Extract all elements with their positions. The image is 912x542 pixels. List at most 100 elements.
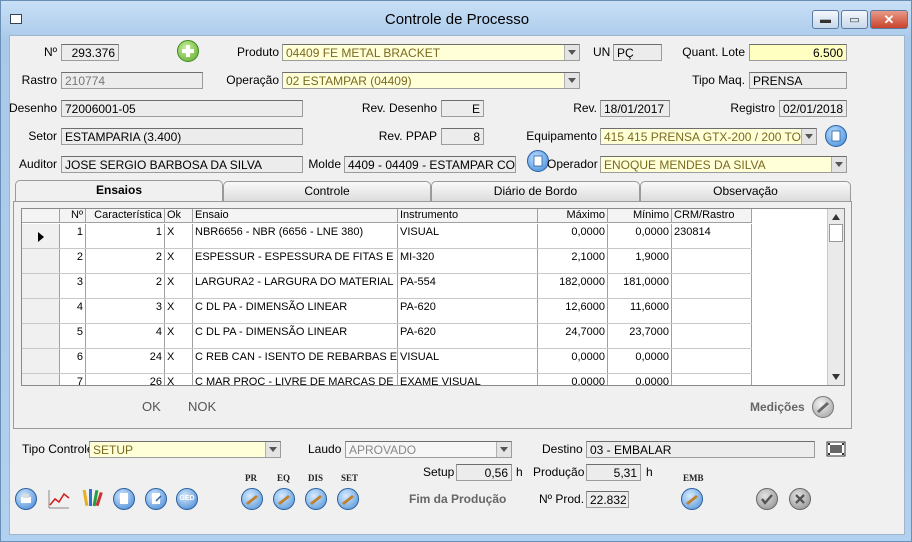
grid-cell[interactable]: 182,0000 (538, 274, 608, 298)
eq-button[interactable] (273, 488, 295, 510)
ok-button[interactable]: OK (142, 399, 161, 414)
registro-field[interactable]: 02/01/2018 (779, 100, 847, 117)
grid-cell[interactable]: 0,0000 (538, 224, 608, 248)
table-row[interactable]: 7 26 X C MAR PROC - LIVRE DE MARCAS DE EXAME… (22, 374, 752, 385)
grid-cell[interactable]: 0,0000 (608, 224, 672, 248)
col-header[interactable]: CRM/Rastro (672, 209, 752, 222)
print-icon[interactable] (15, 488, 37, 510)
rastro-field[interactable]: 210774 (61, 72, 203, 89)
chart-icon[interactable] (47, 488, 71, 510)
grid-cell[interactable]: PA-620 (398, 324, 538, 348)
grid-cell[interactable]: 230814 (672, 224, 752, 248)
tipomaq-field[interactable]: PRENSA (749, 72, 847, 89)
confirm-check-icon[interactable] (756, 488, 778, 510)
operador-select[interactable]: ENOQUE MENDES DA SILVA (600, 156, 847, 173)
cancel-x-icon[interactable] (789, 488, 811, 510)
table-row[interactable]: 3 2 X LARGURA2 - LARGURA DO MATERIAL PA-554 1… (22, 274, 752, 299)
grid-cell[interactable]: 24 (86, 349, 165, 373)
row-indicator[interactable] (22, 299, 60, 323)
grid-cell[interactable]: 23,7000 (608, 324, 672, 348)
grid-cell[interactable]: X (165, 274, 193, 298)
grid-cell[interactable]: 0,0000 (608, 374, 672, 385)
row-indicator[interactable] (22, 224, 60, 248)
nok-button[interactable]: NOK (188, 399, 216, 414)
row-indicator[interactable] (22, 324, 60, 348)
grid-cell[interactable]: 26 (86, 374, 165, 385)
grid-cell[interactable]: 24,7000 (538, 324, 608, 348)
grid-cell[interactable]: PA-554 (398, 274, 538, 298)
scroll-up-icon[interactable] (830, 211, 842, 223)
grid-cell[interactable]: C REB CAN - ISENTO DE REBARBAS E (193, 349, 398, 373)
grid-cell[interactable] (672, 274, 752, 298)
document-icon[interactable] (113, 488, 135, 510)
tab-diario-de-bordo[interactable]: Diário de Bordo (431, 181, 640, 201)
grid-cell[interactable]: 181,0000 (608, 274, 672, 298)
minimize-button[interactable]: ▬ (812, 10, 839, 29)
edit-document-icon[interactable] (145, 488, 167, 510)
revdesenho-field[interactable]: E (441, 100, 484, 117)
chevron-down-icon[interactable] (496, 442, 511, 457)
grid-cell[interactable]: PA-620 (398, 299, 538, 323)
producao-field[interactable]: 5,31 (586, 464, 641, 481)
row-indicator[interactable] (22, 249, 60, 273)
grid-cell[interactable]: 2 (86, 274, 165, 298)
grid-cell[interactable]: 4 (86, 324, 165, 348)
grid-cell[interactable]: 3 (60, 274, 86, 298)
grid-cell[interactable]: 7 (60, 374, 86, 385)
chevron-down-icon[interactable] (564, 45, 579, 60)
emb-button[interactable] (681, 488, 703, 510)
pencils-icon[interactable] (81, 486, 103, 510)
scroll-down-icon[interactable] (830, 371, 842, 383)
table-row[interactable]: 2 2 X ESPESSUR - ESPESSURA DE FITAS E MI-320… (22, 249, 752, 274)
ged-icon[interactable]: GED (176, 488, 198, 510)
produto-select[interactable]: 04409 FE METAL BRACKET (282, 44, 580, 61)
book-icon[interactable] (527, 150, 549, 172)
grid-cell[interactable]: 2 (86, 249, 165, 273)
grid-cell[interactable]: 5 (60, 324, 86, 348)
add-icon[interactable] (177, 40, 199, 62)
grid-scrollbar[interactable] (827, 209, 844, 385)
revppap-field[interactable]: 8 (441, 128, 484, 145)
numero-field[interactable]: 293.376 (61, 44, 119, 61)
setor-field[interactable]: ESTAMPARIA (3.400) (61, 128, 303, 145)
table-row[interactable]: 6 24 X C REB CAN - ISENTO DE REBARBAS E VISU… (22, 349, 752, 374)
grid-cell[interactable]: LARGURA2 - LARGURA DO MATERIAL (193, 274, 398, 298)
quant-field[interactable]: 6.500 (749, 44, 847, 61)
col-header[interactable]: Ensaio (193, 209, 398, 222)
laudo-select[interactable]: APROVADO (345, 441, 512, 458)
desenho-field[interactable]: 72006001-05 (61, 100, 303, 117)
col-header[interactable]: Característica (86, 209, 165, 222)
grid-cell[interactable]: 4 (60, 299, 86, 323)
grid-cell[interactable]: 11,6000 (608, 299, 672, 323)
film-icon[interactable] (825, 439, 847, 459)
book-icon[interactable] (825, 125, 847, 147)
grid-cell[interactable]: X (165, 324, 193, 348)
pr-button[interactable] (241, 488, 263, 510)
row-indicator[interactable] (22, 274, 60, 298)
grid-cell[interactable]: NBR6656 - NBR (6656 - LNE 380) (193, 224, 398, 248)
table-row[interactable]: 54XC DL PA - DIMENSÃO LINEAR PA-620 24,700… (22, 324, 752, 349)
grid-cell[interactable] (672, 349, 752, 373)
grid-cell[interactable]: 6 (60, 349, 86, 373)
grid-cell[interactable]: 2,1000 (538, 249, 608, 273)
grid-cell[interactable]: 12,6000 (538, 299, 608, 323)
grid-cell[interactable]: 0,0000 (538, 374, 608, 385)
col-header[interactable]: Ok (165, 209, 193, 222)
col-header[interactable]: Máximo (538, 209, 608, 222)
maximize-button[interactable]: ▭ (841, 10, 868, 29)
tab-observacao[interactable]: Observação (640, 181, 851, 201)
grid-cell[interactable]: ESPESSUR - ESPESSURA DE FITAS E (193, 249, 398, 273)
grid-cell[interactable]: X (165, 349, 193, 373)
row-indicator[interactable] (22, 374, 60, 385)
grid-cell[interactable] (672, 299, 752, 323)
destino-field[interactable]: 03 - EMBALAR (586, 441, 815, 458)
grid-cell[interactable]: 1 (86, 224, 165, 248)
rev-field[interactable]: 18/01/2017 (600, 100, 670, 117)
grid-cell[interactable] (672, 324, 752, 348)
table-row[interactable]: 1 1 X NBR6656 - NBR (6656 - LNE 380) VISUAL 0… (22, 224, 752, 249)
equipamento-select[interactable]: 415 415 PRENSA GTX-200 / 200 TON (600, 128, 817, 145)
col-header[interactable]: Mínimo (608, 209, 672, 222)
tab-controle[interactable]: Controle (223, 181, 431, 201)
molde-field[interactable]: 4409 - 04409 - ESTAMPAR COMPL (344, 156, 516, 173)
grid-cell[interactable] (672, 374, 752, 385)
